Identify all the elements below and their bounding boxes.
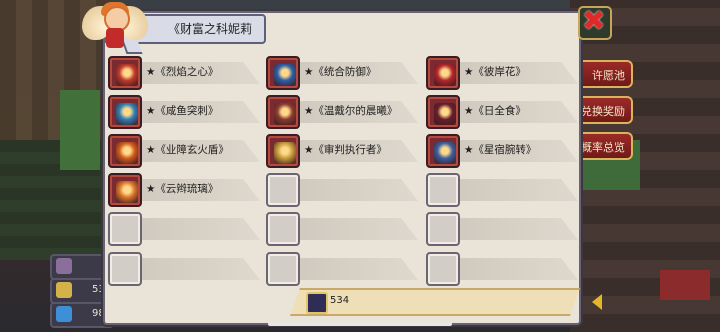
item-name: ★《业障玄火盾》 — [146, 144, 229, 156]
page-title: 《财富之科妮莉 — [168, 22, 253, 36]
fire-shield-icon — [116, 142, 138, 164]
empty-slot[interactable] — [108, 252, 142, 286]
orb-icon — [116, 181, 138, 203]
item-name: ★《统合防御》 — [304, 66, 377, 78]
item-cell — [424, 210, 580, 246]
cloak-icon — [274, 103, 296, 125]
item-slot[interactable] — [266, 56, 300, 90]
item-cell — [424, 250, 580, 286]
item-name: ★《咸鱼突刺》 — [146, 105, 219, 117]
grid-row: ★《业障玄火盾》 ★《审判执行者》 ★《星宿腕转》 — [106, 132, 578, 168]
bg-carpet — [660, 270, 710, 300]
arrow-left-icon[interactable] — [592, 294, 602, 310]
item-slot[interactable] — [108, 56, 142, 90]
item-cell[interactable]: ★《云辫琉璃》 — [106, 171, 262, 207]
bottom-coin-bar: 534 — [290, 288, 580, 316]
close-button[interactable]: ✖ — [578, 6, 612, 40]
golden-armor-icon — [274, 142, 296, 164]
shield-crest-icon — [274, 64, 296, 86]
item-name: ★《烈焰之心》 — [146, 66, 219, 78]
item-slot[interactable] — [266, 134, 300, 168]
item-cell[interactable]: ★《日全食》 — [424, 93, 580, 129]
tab-exchange-rewards[interactable]: 兑换奖励 — [575, 96, 633, 124]
empty-slot[interactable] — [266, 173, 300, 207]
item-slot[interactable] — [266, 95, 300, 129]
flame-armor-icon — [116, 64, 138, 86]
dark-blade-icon — [434, 103, 456, 125]
gauntlet-icon — [434, 142, 456, 164]
tab-probability-overview[interactable]: 概率总览 — [575, 132, 633, 160]
item-cell — [424, 171, 580, 207]
close-icon: ✖ — [582, 4, 606, 37]
fish-spear-icon — [116, 103, 138, 125]
avatar-body — [106, 28, 124, 48]
item-slot[interactable] — [108, 173, 142, 207]
item-cell[interactable]: ★《审判执行者》 — [264, 132, 420, 168]
red-sword-icon — [434, 64, 456, 86]
item-slot[interactable] — [426, 95, 460, 129]
grid-row — [106, 250, 578, 286]
item-cell[interactable]: ★《咸鱼突刺》 — [106, 93, 262, 129]
item-cell — [264, 210, 420, 246]
coin-chip-icon — [306, 292, 328, 314]
item-cell — [264, 250, 420, 286]
gem-icon — [56, 258, 72, 274]
angel-avatar — [82, 0, 148, 52]
item-cell[interactable]: ★《星宿腕转》 — [424, 132, 580, 168]
item-slot[interactable] — [108, 95, 142, 129]
empty-slot[interactable] — [266, 252, 300, 286]
item-slot[interactable] — [426, 56, 460, 90]
item-cell[interactable]: ★《烈焰之心》 — [106, 54, 262, 90]
item-name: ★《云辫琉璃》 — [146, 183, 219, 195]
empty-slot[interactable] — [108, 212, 142, 246]
item-name: ★《彼岸花》 — [464, 66, 526, 78]
empty-slot[interactable] — [426, 252, 460, 286]
bg-plant — [60, 90, 100, 170]
grid-row — [106, 210, 578, 246]
item-name: ★《审判执行者》 — [304, 144, 387, 156]
item-name: ★《日全食》 — [464, 105, 526, 117]
item-cell — [106, 210, 262, 246]
item-cell — [106, 250, 262, 286]
grid-row: ★《咸鱼突刺》 ★《温戴尔的晨曦》 ★《日全食》 — [106, 93, 578, 129]
item-slot[interactable] — [426, 134, 460, 168]
empty-slot[interactable] — [426, 173, 460, 207]
diamond-icon — [56, 306, 72, 322]
item-cell[interactable]: ★《业障玄火盾》 — [106, 132, 262, 168]
empty-slot[interactable] — [426, 212, 460, 246]
tab-wish-pool[interactable]: 许愿池 — [575, 60, 633, 88]
item-cell — [264, 171, 420, 207]
item-name: ★《星宿腕转》 — [464, 144, 537, 156]
item-slot[interactable] — [108, 134, 142, 168]
item-cell[interactable]: ★《统合防御》 — [264, 54, 420, 90]
empty-slot[interactable] — [266, 212, 300, 246]
item-name: ★《温戴尔的晨曦》 — [304, 105, 398, 117]
item-cell[interactable]: ★《彼岸花》 — [424, 54, 580, 90]
item-cell[interactable]: ★《温戴尔的晨曦》 — [264, 93, 420, 129]
grid-row: ★《云辫琉璃》 — [106, 171, 578, 207]
grid-row: ★《烈焰之心》 ★《统合防御》 ★《彼岸花》 — [106, 54, 578, 90]
bottom-coin-count: 534 — [330, 295, 350, 306]
coin-icon — [56, 282, 72, 298]
home-indicator[interactable] — [268, 322, 452, 326]
